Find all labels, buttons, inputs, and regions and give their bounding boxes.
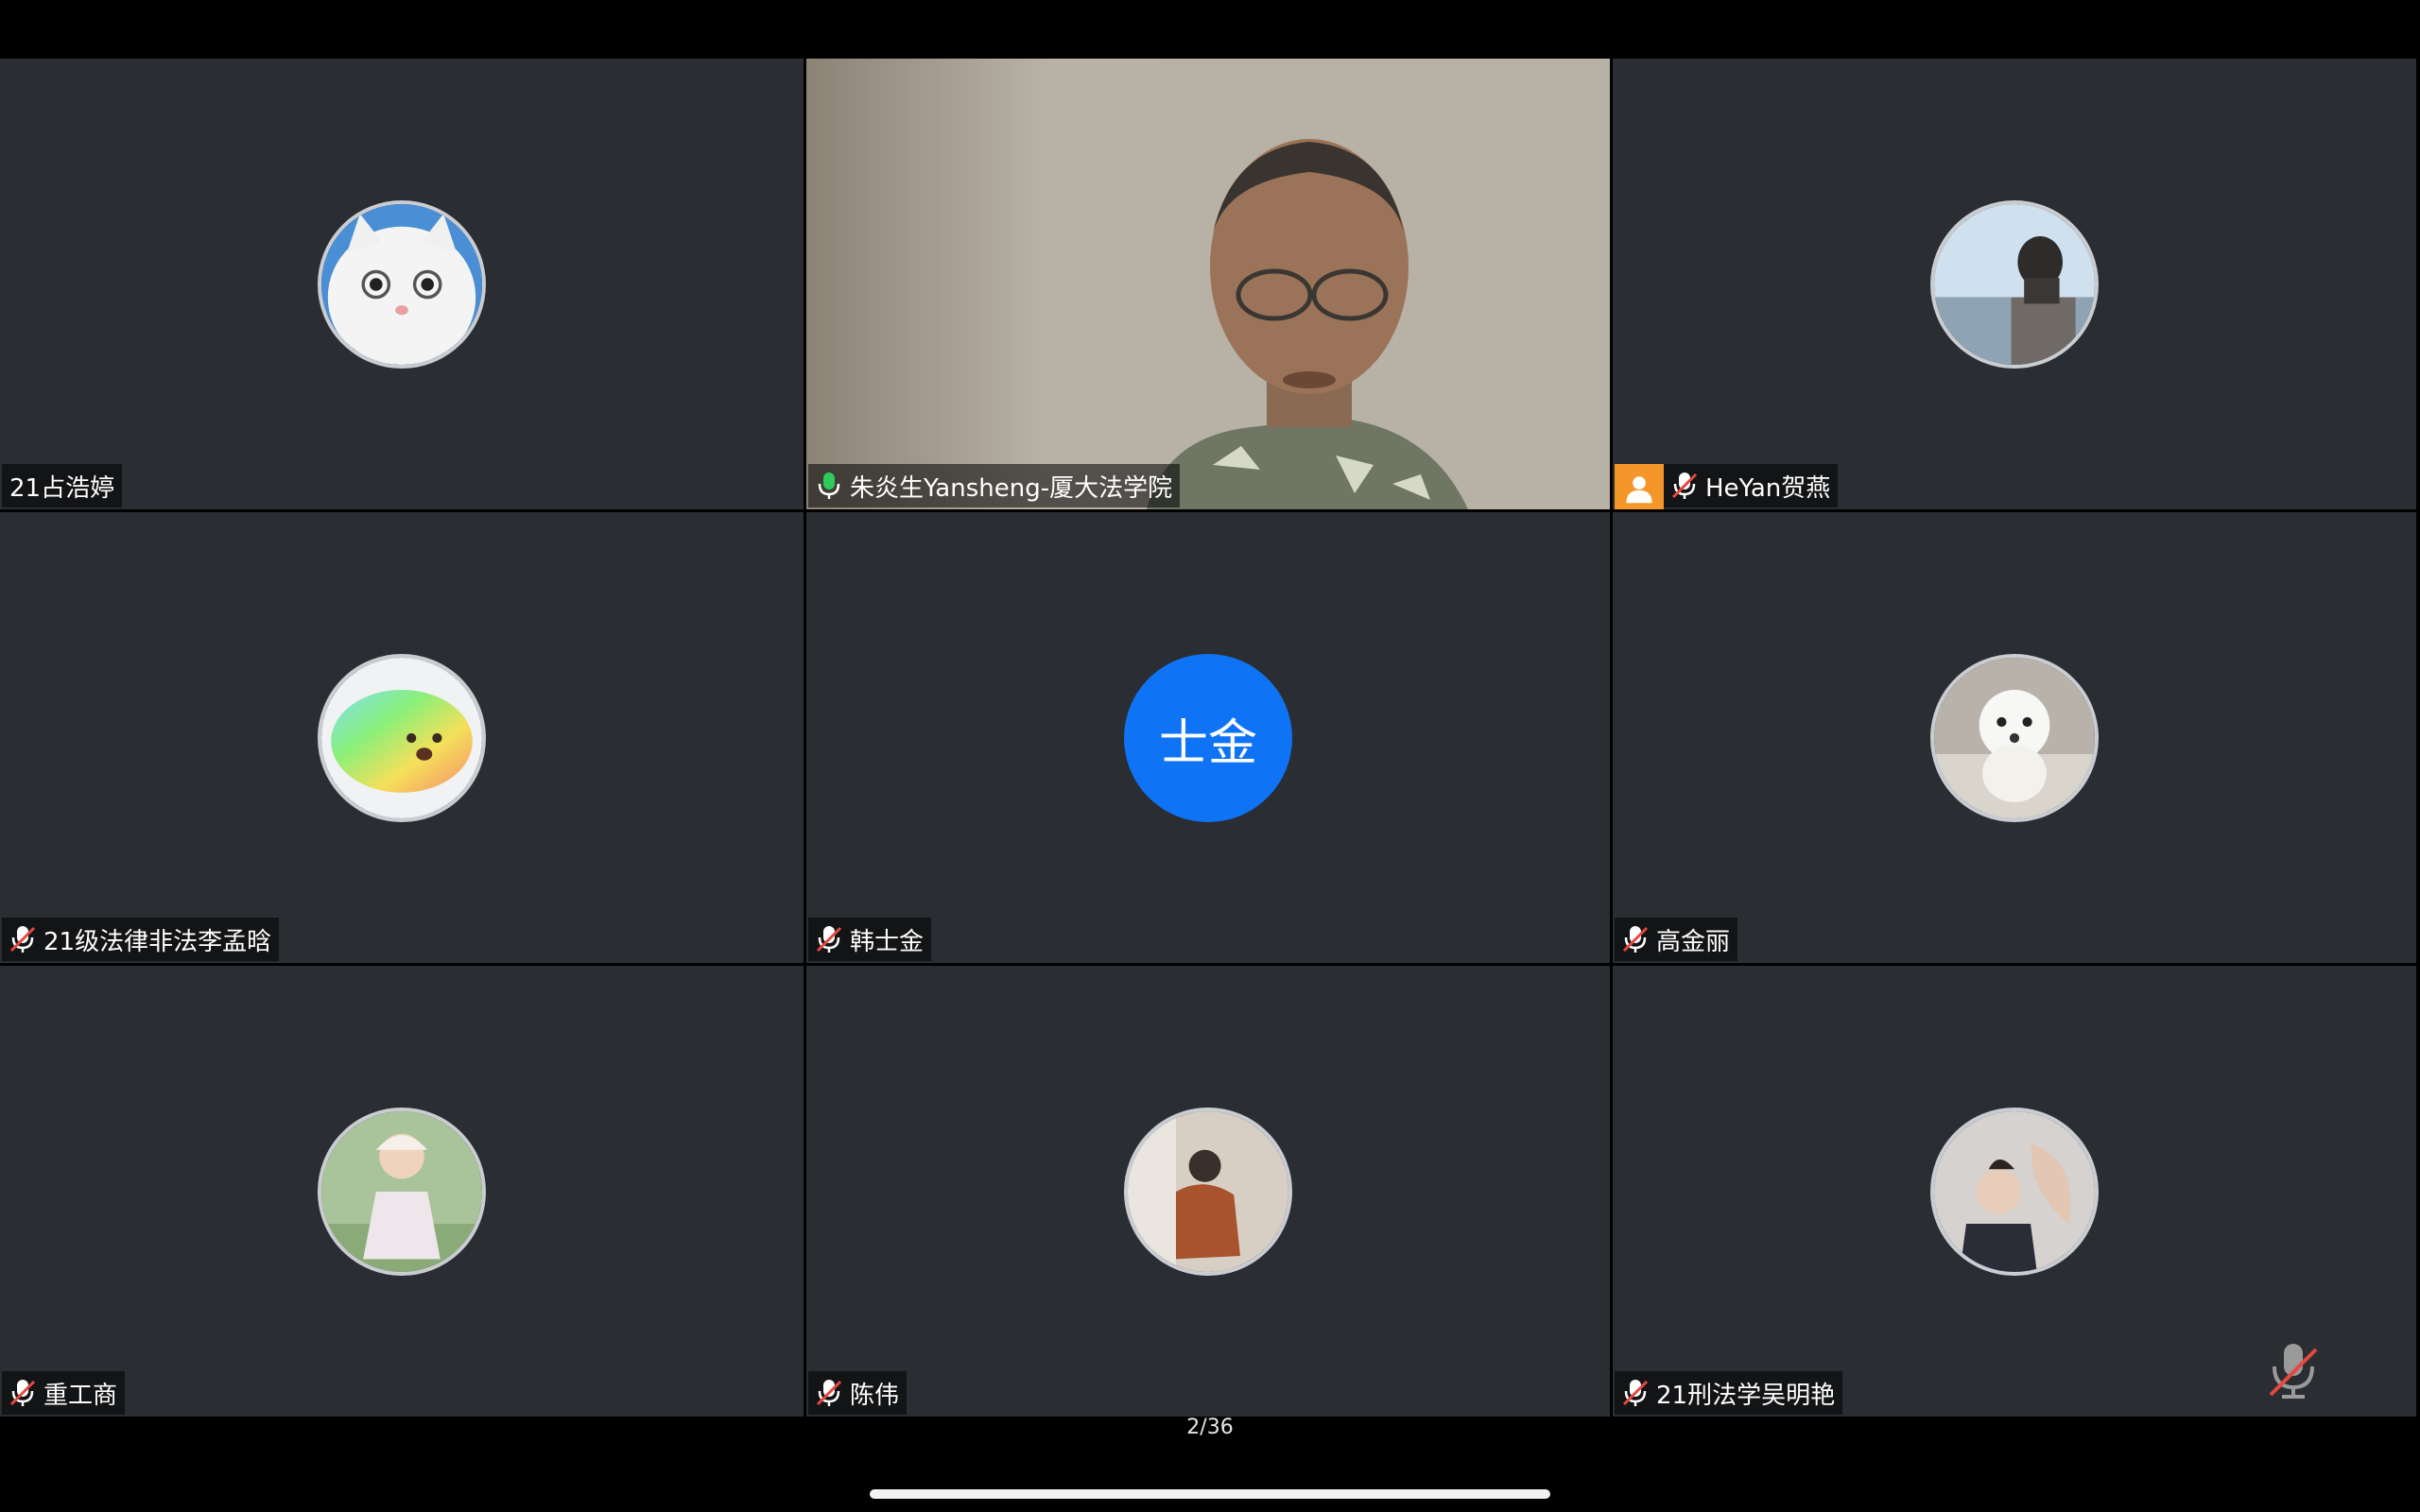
participant-tile-3[interactable]: HeYan贺燕: [1613, 59, 2416, 509]
host-icon: [1615, 464, 1664, 509]
mic-muted-icon: [9, 926, 36, 953]
avatar-rainbow-seal: [318, 654, 486, 822]
participant-name: 陈伟: [850, 1381, 900, 1410]
participant-tile-7[interactable]: 重工商: [0, 966, 804, 1417]
avatar-lion-statue: [1930, 200, 2099, 369]
mic-muted-icon[interactable]: [2265, 1340, 2322, 1402]
nametag: HeYan贺燕: [1615, 464, 1839, 509]
mic-muted-icon: [1622, 926, 1649, 953]
avatar-cat: [318, 200, 486, 369]
home-indicator[interactable]: [870, 1489, 1550, 1499]
participant-name: 韩士金: [850, 927, 925, 956]
mic-muted-icon: [816, 1380, 842, 1406]
participant-tile-5[interactable]: 士金 韩士金: [806, 512, 1610, 963]
avatar-hand-heart: [1930, 1108, 2099, 1276]
participant-name: 21刑法学吴明艳: [1656, 1381, 1836, 1410]
nametag: 朱炎生Yansheng-厦大法学院: [808, 464, 1181, 507]
participant-tile-4[interactable]: 21级法律非法李孟晗: [0, 512, 804, 963]
nametag: 21刑法学吴明艳: [1615, 1371, 1843, 1415]
nametag: 21级法律非法李孟晗: [2, 918, 280, 961]
nametag: 重工商: [2, 1371, 126, 1415]
page-indicator: 2/36: [1186, 1416, 1234, 1439]
participant-name: 21级法律非法李孟晗: [43, 927, 272, 956]
participant-tile-8[interactable]: 陈伟: [806, 966, 1610, 1417]
nametag: 陈伟: [808, 1371, 908, 1415]
participant-name: 朱炎生Yansheng-厦大法学院: [850, 473, 1173, 503]
mic-muted-icon: [1622, 1380, 1649, 1406]
mic-muted-icon: [9, 1380, 36, 1406]
participant-name: 重工商: [43, 1381, 118, 1410]
participant-tile-2[interactable]: 朱炎生Yansheng-厦大法学院: [806, 59, 1610, 509]
mic-muted-icon: [816, 926, 842, 953]
participant-tile-1[interactable]: 21占浩婷: [0, 59, 804, 509]
participant-tile-6[interactable]: 高金丽: [1613, 512, 2416, 963]
nametag: 高金丽: [1615, 918, 1738, 961]
nametag: 韩士金: [808, 918, 932, 961]
nametag: 21占浩婷: [2, 464, 123, 507]
avatar-white-dog: [1930, 654, 2099, 822]
mic-active-icon: [818, 472, 840, 499]
avatar-child: [318, 1108, 486, 1276]
avatar-initials: 士金: [1124, 654, 1292, 822]
mic-muted-icon: [1671, 472, 1698, 499]
avatar-person-sitting: [1124, 1108, 1292, 1276]
video-feed: [806, 59, 1610, 509]
participant-name: 21占浩婷: [9, 473, 115, 503]
participant-name: 高金丽: [1656, 927, 1731, 956]
participant-name: HeYan贺燕: [1705, 473, 1831, 503]
